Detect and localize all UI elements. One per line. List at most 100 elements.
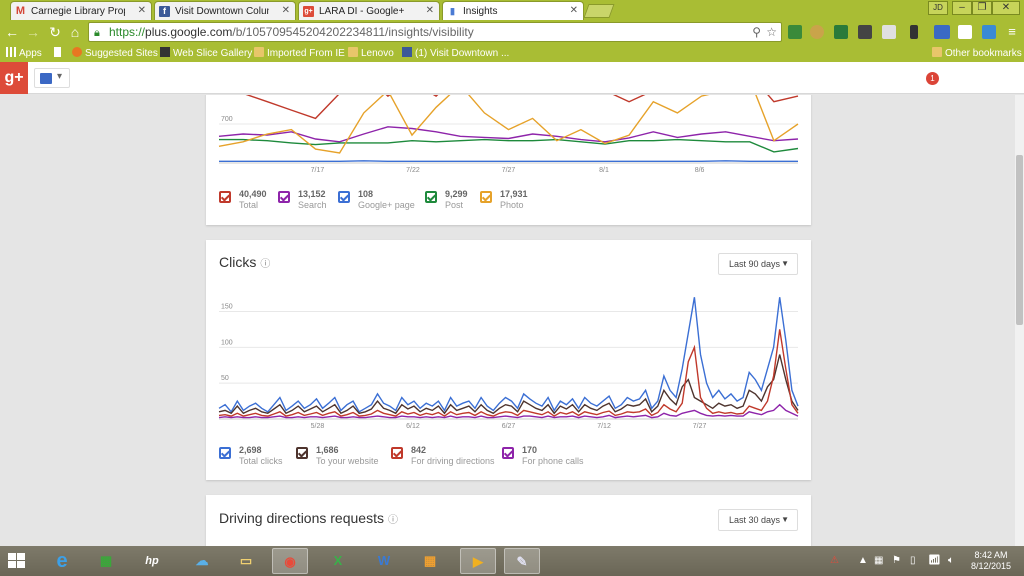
legend-value: 108 [358, 189, 374, 199]
gmail-icon: M [15, 5, 26, 17]
bookmark-document[interactable] [54, 47, 64, 59]
cloud-icon[interactable]: ☁ [184, 548, 220, 574]
quote-extension-icon[interactable] [834, 25, 848, 39]
page-switcher[interactable]: ▾ [34, 68, 70, 88]
drive-extension-icon[interactable] [788, 25, 802, 39]
bookmark-visit-downtown[interactable]: (1) Visit Downtown ... [402, 47, 509, 59]
checkbox-icon[interactable] [391, 447, 403, 459]
browser-window: M Carnegie Library Proposal ✕ f Visit Do… [0, 0, 1024, 576]
visibility-chart: 1,4007007/177/227/278/18/6 [218, 95, 799, 174]
wifi-icon[interactable]: 📶︎ [928, 555, 941, 566]
info-icon[interactable]: ⓘ [260, 259, 270, 270]
y-tick-label: 50 [221, 375, 229, 382]
url-path: /b/105709545204202234811/insights/visibi… [232, 25, 474, 39]
store-icon[interactable]: ▦ [88, 548, 124, 574]
clicks-range-dropdown[interactable]: Last 90 days ▼ [718, 253, 798, 275]
back-button[interactable]: ← [3, 23, 21, 41]
profile-badge[interactable]: JD [928, 1, 948, 15]
x-tick-label: 7/27 [693, 423, 707, 430]
system-clock[interactable]: 8:42 AM 8/12/2015 [966, 550, 1016, 572]
driving-range-dropdown[interactable]: Last 30 days ▼ [718, 509, 798, 531]
address-bar[interactable]: 🔒︎ https://plus.google.com/b/10570954520… [88, 22, 782, 42]
star-icon[interactable]: ☆ [766, 23, 777, 41]
checkbox-icon[interactable] [278, 191, 290, 203]
volume-icon[interactable]: 🔈︎ [948, 555, 954, 566]
checkbox-icon[interactable] [219, 191, 231, 203]
word-icon[interactable]: W [366, 548, 402, 574]
minimize-button[interactable]: – [952, 1, 972, 15]
media-icon[interactable]: ▶ [460, 548, 496, 574]
close-icon[interactable]: ✕ [570, 5, 578, 16]
checkbox-icon[interactable] [480, 191, 492, 203]
reload-button[interactable]: ↻ [46, 23, 64, 41]
lock-icon: 🔒︎ [94, 27, 100, 39]
suggested-sites-icon [72, 47, 82, 57]
forward-button[interactable]: → [24, 23, 42, 41]
paint-icon[interactable]: ✎ [504, 548, 540, 574]
notification-badge[interactable]: 1 [926, 72, 939, 85]
phone-extension-icon[interactable] [910, 25, 918, 39]
excel-icon[interactable]: X [320, 548, 356, 574]
internet-explorer-icon[interactable]: e [44, 548, 80, 574]
grid-extension-icon[interactable] [858, 25, 872, 39]
close-icon[interactable]: ✕ [138, 5, 146, 16]
bookmark-other[interactable]: Other bookmarks [932, 47, 1022, 59]
bookmark-suggested-sites[interactable]: Suggested Sites [72, 47, 158, 59]
flag-icon[interactable]: ⚑ [892, 555, 901, 566]
show-hidden-icon[interactable]: ▲ [858, 555, 868, 566]
bookmark-extension-icon[interactable] [982, 25, 996, 39]
apps-grid-icon[interactable]: ▦ [412, 548, 448, 574]
network-icon[interactable]: ▦ [874, 555, 883, 566]
x-tick-label: 7/22 [406, 167, 420, 174]
legend-label: Search [298, 200, 327, 210]
menu-icon[interactable]: ≡ [1003, 23, 1021, 41]
info-icon[interactable]: ⓘ [388, 515, 398, 526]
tab-0[interactable]: M Carnegie Library Proposal ✕ [10, 1, 152, 20]
bookmark-imported-from-ie[interactable]: Imported From IE [254, 47, 345, 59]
y-tick-label: 150 [221, 304, 233, 311]
calendar-extension-icon[interactable] [934, 25, 950, 39]
close-window-button[interactable]: ✕ [992, 1, 1020, 15]
tab-2[interactable]: g+ LARA DI - Google+ ✕ [298, 1, 440, 20]
checkbox-icon[interactable] [296, 447, 308, 459]
checkbox-icon[interactable] [502, 447, 514, 459]
hp-icon[interactable]: hp [134, 548, 170, 574]
x-tick-label: 8/1 [599, 167, 609, 174]
file-explorer-icon[interactable]: ▭ [228, 548, 264, 574]
bookmark-web-slice-gallery[interactable]: Web Slice Gallery [160, 47, 252, 59]
chrome-icon[interactable]: ◉ [272, 548, 308, 574]
google-plus-logo[interactable]: g+ [0, 62, 28, 94]
checkbox-icon[interactable] [219, 447, 231, 459]
close-icon[interactable]: ✕ [426, 5, 434, 16]
clicks-title: Clicks ⓘ [219, 254, 271, 270]
close-icon[interactable]: ✕ [282, 5, 290, 16]
tab-3[interactable]: ▮ Insights ✕ [442, 1, 584, 20]
legend-value: 842 [411, 445, 427, 455]
windows-start-icon[interactable] [8, 553, 26, 569]
checkbox-icon[interactable] [425, 191, 437, 203]
zoom-icon[interactable]: ⚲ [752, 23, 761, 41]
new-tab-button[interactable] [583, 4, 615, 18]
scrollbar[interactable] [1015, 95, 1024, 546]
scrollbar-thumb[interactable] [1016, 155, 1023, 325]
windows-taskbar: e ▦ hp ☁ ▭ ◉ X W ▦ ▶ ✎ ⚠ ▲ ▦ ⚑ ▯ 📶︎ 🔈︎ 8… [0, 546, 1024, 576]
bookmark-apps[interactable]: Apps [6, 47, 42, 59]
home-button[interactable]: ⌂ [66, 23, 84, 41]
insights-icon: ▮ [450, 6, 455, 16]
maximize-button[interactable]: ❐ [972, 1, 992, 15]
legend-label: To your website [316, 456, 379, 466]
tab-strip: M Carnegie Library Proposal ✕ f Visit Do… [0, 0, 1024, 20]
tag-extension-icon[interactable] [958, 25, 972, 39]
bookmark-lenovo[interactable]: Lenovo [348, 47, 394, 59]
checkbox-icon[interactable] [338, 191, 350, 203]
tab-1[interactable]: f Visit Downtown Columbus ✕ [154, 1, 296, 20]
document-icon [54, 47, 61, 57]
battery-icon[interactable]: ▯ [910, 555, 916, 566]
box-extension-icon[interactable] [882, 25, 896, 39]
legend-label: Total clicks [239, 456, 283, 466]
legend-label: For driving directions [411, 456, 495, 466]
google-plus-icon: g+ [303, 6, 314, 17]
cookie-extension-icon[interactable] [810, 25, 824, 39]
browser-toolbar: ← → ↻ ⌂ 🔒︎ https://plus.google.com/b/105… [0, 20, 1024, 44]
alert-icon[interactable]: ⚠ [830, 555, 839, 566]
